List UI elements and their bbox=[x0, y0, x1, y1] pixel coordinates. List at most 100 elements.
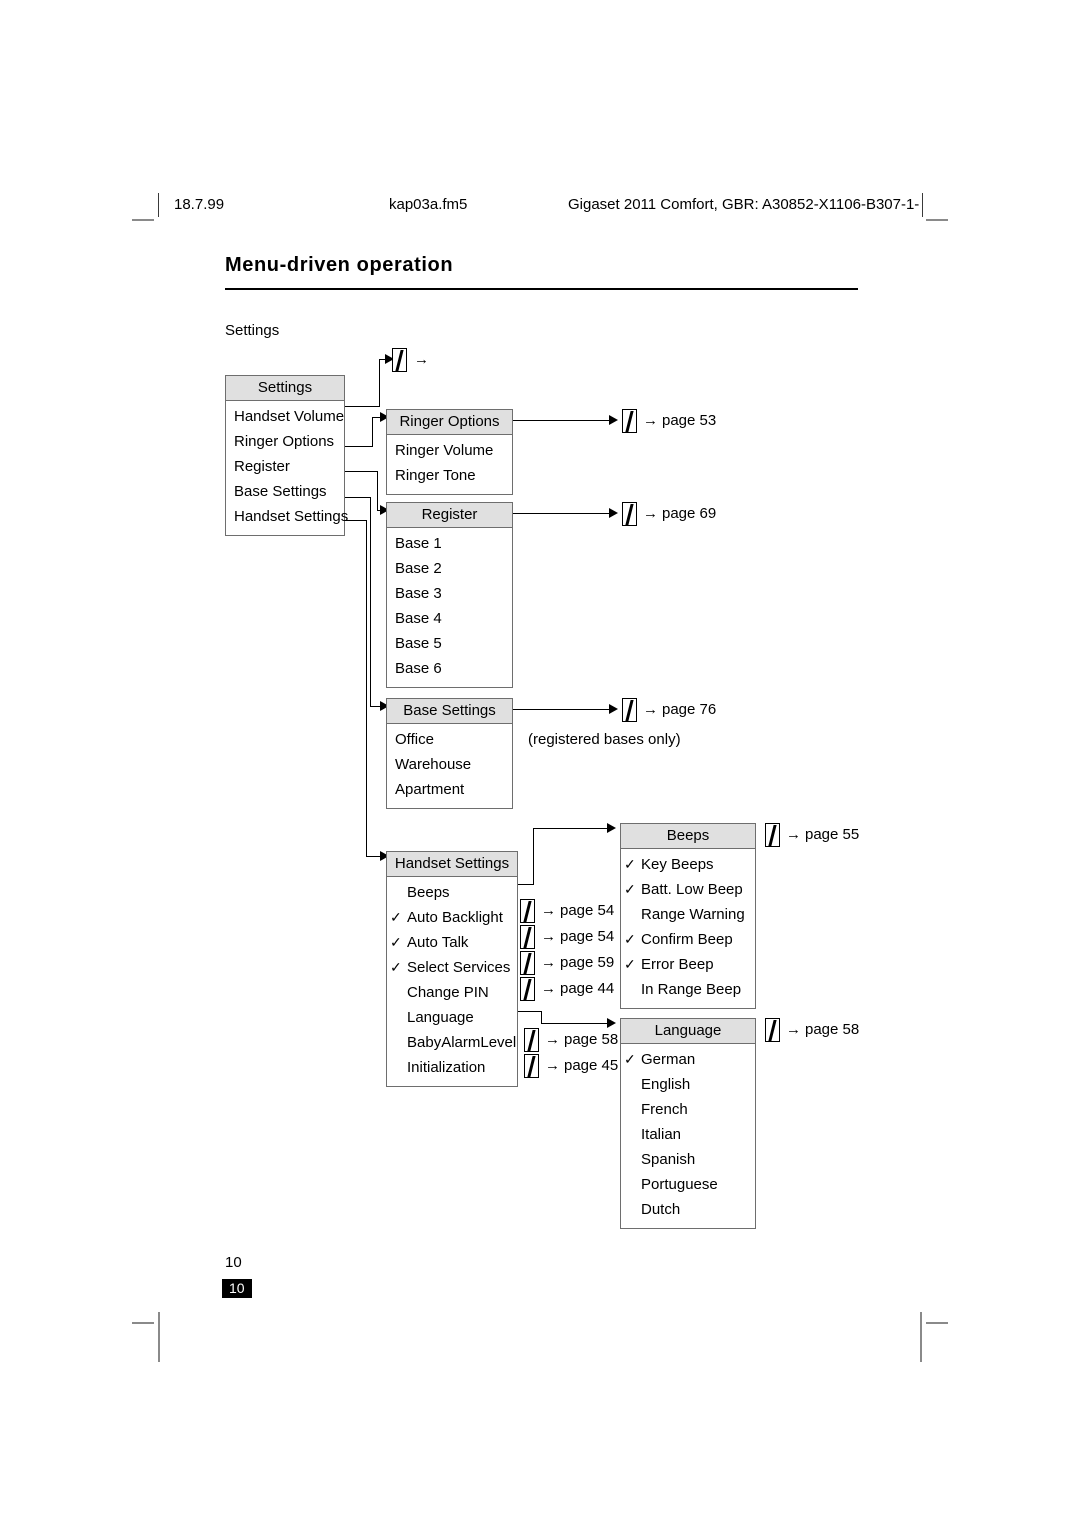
page-header: 18.7.99 kap03a.fm5 Gigaset 2011 Comfort,… bbox=[0, 193, 1080, 219]
arrow-head-base-settings-page bbox=[609, 704, 618, 714]
page-ref-beeps: → page 55 bbox=[784, 824, 859, 846]
menu-item-spanish[interactable]: Spanish bbox=[621, 1147, 755, 1172]
menu-item-select-services-label: Select Services bbox=[407, 959, 511, 976]
connector-basesettings-v bbox=[370, 497, 371, 706]
right-arrow-glyph-p54a: → bbox=[541, 902, 556, 919]
menu-item-base-3[interactable]: Base 3 bbox=[387, 581, 512, 606]
connector-register-v bbox=[377, 471, 378, 511]
connector-root-vertical bbox=[379, 359, 380, 407]
menu-item-french[interactable]: French bbox=[621, 1097, 755, 1122]
menu-item-apartment[interactable]: Apartment bbox=[387, 777, 512, 802]
menu-box-register-title: Register bbox=[387, 503, 512, 528]
menu-box-register-items: Base 1 Base 2 Base 3 Base 4 Base 5 Base … bbox=[387, 528, 512, 687]
root-arrow-label: → bbox=[412, 349, 433, 371]
header-document: Gigaset 2011 Comfort, GBR: A30852-X1106-… bbox=[568, 196, 920, 213]
crop-mark-bottom-right bbox=[926, 1322, 948, 1324]
menu-item-office[interactable]: Office bbox=[387, 727, 512, 752]
menu-item-portuguese[interactable]: Portuguese bbox=[621, 1172, 755, 1197]
menu-item-german[interactable]: ✓ German bbox=[621, 1047, 755, 1072]
menu-item-register[interactable]: Register bbox=[226, 454, 344, 479]
menu-box-ringer-options: Ringer Options Ringer Volume Ringer Tone bbox=[386, 409, 513, 495]
menu-item-key-beeps[interactable]: ✓ Key Beeps bbox=[621, 852, 755, 877]
menu-item-italian[interactable]: Italian bbox=[621, 1122, 755, 1147]
menu-box-settings: Settings Handset Volume Ringer Options R… bbox=[225, 375, 348, 536]
check-icon-select-services: ✓ bbox=[390, 959, 402, 975]
menu-box-ringer-options-items: Ringer Volume Ringer Tone bbox=[387, 435, 512, 494]
menu-item-ringer-volume[interactable]: Ringer Volume bbox=[387, 438, 512, 463]
right-arrow-glyph-register: → bbox=[643, 505, 658, 522]
menu-item-base-6[interactable]: Base 6 bbox=[387, 656, 512, 681]
crop-rule-bottom-left bbox=[158, 1312, 160, 1362]
page-ref-ringer-options-text: page 53 bbox=[662, 412, 717, 429]
page-ref-base-settings-text: page 76 bbox=[662, 701, 717, 718]
connector-handsetsettings-v bbox=[366, 520, 367, 856]
page-ref-change-pin: → page 44 bbox=[539, 978, 614, 1000]
menu-item-in-range-beep[interactable]: In Range Beep bbox=[621, 977, 755, 1002]
menu-box-base-settings-title: Base Settings bbox=[387, 699, 512, 724]
menu-item-error-beep[interactable]: ✓ Error Beep bbox=[621, 952, 755, 977]
menu-item-base-1[interactable]: Base 1 bbox=[387, 531, 512, 556]
page-ref-select-services-text: page 59 bbox=[560, 954, 615, 971]
menu-item-initialization[interactable]: Initialization bbox=[387, 1055, 517, 1080]
display-key-icon-root bbox=[392, 348, 407, 372]
menu-item-error-beep-label: Error Beep bbox=[641, 956, 714, 973]
menu-item-confirm-beep[interactable]: ✓ Confirm Beep bbox=[621, 927, 755, 952]
menu-box-language-items: ✓ German English French Italian Spanish P… bbox=[621, 1044, 755, 1228]
page-ref-language: → page 58 bbox=[784, 1019, 859, 1041]
page-ref-babyalarmlevel-text: page 58 bbox=[564, 1031, 619, 1048]
base-settings-note: (registered bases only) bbox=[528, 731, 681, 748]
display-key-icon-register bbox=[622, 502, 637, 526]
menu-item-change-pin[interactable]: Change PIN bbox=[387, 980, 517, 1005]
menu-item-english[interactable]: English bbox=[621, 1072, 755, 1097]
menu-box-settings-items: Handset Volume Ringer Options Register B… bbox=[226, 401, 348, 535]
menu-box-language-title: Language bbox=[621, 1019, 755, 1044]
menu-box-base-settings: Base Settings Office Warehouse Apartment bbox=[386, 698, 513, 809]
display-key-icon-babyalarmlevel bbox=[524, 1028, 539, 1052]
menu-item-ringer-options[interactable]: Ringer Options bbox=[226, 429, 344, 454]
display-key-icon-select-services bbox=[520, 951, 535, 975]
header-rule-left bbox=[158, 193, 159, 217]
menu-item-range-warning[interactable]: Range Warning bbox=[621, 902, 755, 927]
menu-item-auto-talk[interactable]: ✓ Auto Talk bbox=[387, 930, 517, 955]
right-arrow-glyph-p45: → bbox=[545, 1057, 560, 1074]
menu-box-handset-settings-items: Beeps ✓ Auto Backlight ✓ Auto Talk ✓ Select… bbox=[387, 877, 517, 1086]
page-ref-initialization: → page 45 bbox=[543, 1055, 618, 1077]
menu-item-handset-settings[interactable]: Handset Settings bbox=[226, 504, 348, 529]
page-ref-auto-talk-text: page 54 bbox=[560, 928, 615, 945]
check-icon-german: ✓ bbox=[624, 1051, 636, 1067]
crop-mark-top-right bbox=[926, 219, 948, 221]
menu-item-beeps[interactable]: Beeps bbox=[387, 880, 517, 905]
title-divider bbox=[225, 288, 858, 290]
connector-register-h1 bbox=[345, 471, 378, 472]
menu-item-base-settings[interactable]: Base Settings bbox=[226, 479, 344, 504]
right-arrow-glyph-base: → bbox=[643, 701, 658, 718]
page-ref-register: → page 69 bbox=[641, 503, 716, 525]
connector-language-h1 bbox=[518, 1011, 542, 1012]
menu-item-batt-low-beep[interactable]: ✓ Batt. Low Beep bbox=[621, 877, 755, 902]
header-rule-right bbox=[922, 193, 923, 217]
connector-ringer-to-page bbox=[513, 420, 611, 421]
menu-item-german-label: German bbox=[641, 1051, 696, 1068]
menu-item-dutch[interactable]: Dutch bbox=[621, 1197, 755, 1222]
menu-item-base-5[interactable]: Base 5 bbox=[387, 631, 512, 656]
page-ref-auto-backlight: → page 54 bbox=[539, 900, 614, 922]
right-arrow-glyph-p44: → bbox=[541, 980, 556, 997]
menu-item-base-4[interactable]: Base 4 bbox=[387, 606, 512, 631]
menu-item-warehouse[interactable]: Warehouse bbox=[387, 752, 512, 777]
display-key-icon-auto-talk bbox=[520, 925, 535, 949]
menu-item-base-2[interactable]: Base 2 bbox=[387, 556, 512, 581]
menu-item-select-services[interactable]: ✓ Select Services bbox=[387, 955, 517, 980]
menu-item-auto-backlight[interactable]: ✓ Auto Backlight bbox=[387, 905, 517, 930]
menu-item-confirm-beep-label: Confirm Beep bbox=[641, 931, 733, 948]
page-ref-select-services: → page 59 bbox=[539, 952, 614, 974]
page-ref-babyalarmlevel: → page 58 bbox=[543, 1029, 618, 1051]
connector-register-to-page bbox=[513, 513, 611, 514]
check-icon-auto-backlight: ✓ bbox=[390, 909, 402, 925]
menu-item-handset-volume[interactable]: Handset Volume bbox=[226, 404, 344, 429]
menu-item-language[interactable]: Language bbox=[387, 1005, 517, 1030]
menu-item-ringer-tone[interactable]: Ringer Tone bbox=[387, 463, 512, 488]
page-ref-base-settings: → page 76 bbox=[641, 699, 716, 721]
menu-item-babyalarmlevel[interactable]: BabyAlarmLevel bbox=[387, 1030, 517, 1055]
right-arrow-glyph-p59: → bbox=[541, 954, 556, 971]
page-title: Menu-driven operation bbox=[225, 254, 454, 276]
